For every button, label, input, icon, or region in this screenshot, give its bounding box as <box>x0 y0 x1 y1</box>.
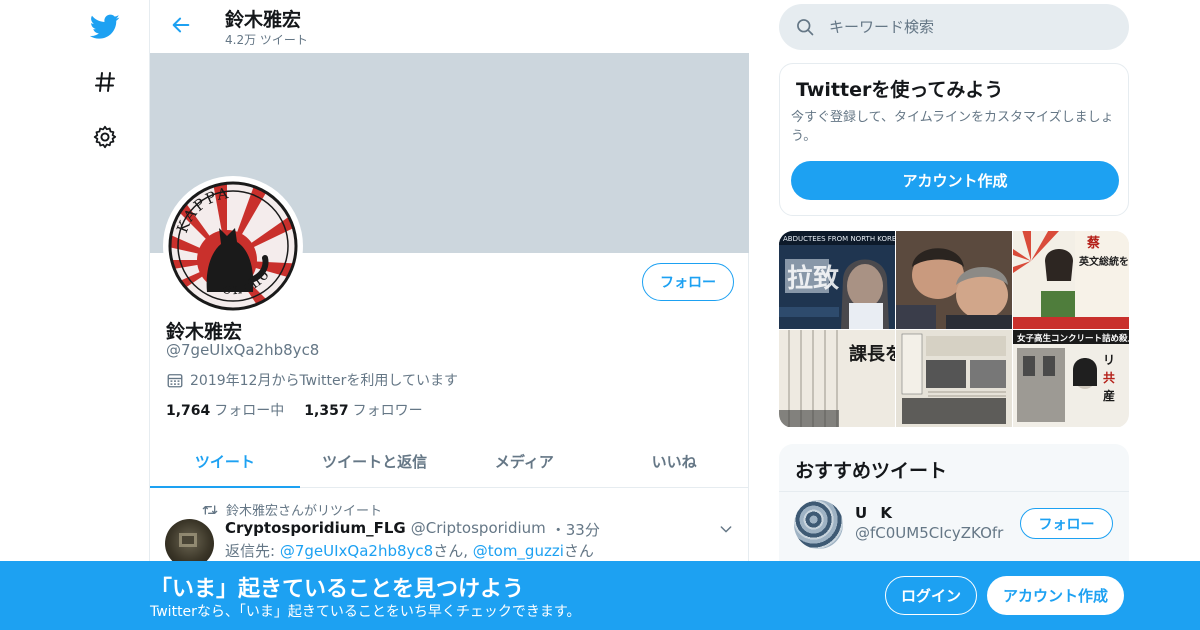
profile-tabs: ツイート ツイートと返信 メディア いいね <box>150 436 749 488</box>
reply-prefix: 返信先: <box>225 542 276 560</box>
profile-handle: @7geUIxQa2hb8yc8 <box>166 341 320 359</box>
following-label: フォロー中 <box>214 403 285 419</box>
follow-button[interactable]: フォロー <box>1020 508 1113 539</box>
avatar-image: KAPPA encho <box>168 181 298 311</box>
calendar-icon <box>167 374 183 388</box>
recommended-title: おすすめツイート <box>795 460 948 482</box>
avatar[interactable]: KAPPA encho <box>163 176 303 316</box>
back-arrow-icon[interactable] <box>166 10 196 40</box>
search-icon <box>797 19 814 36</box>
retweet-text: 鈴木雅宏さんがリツイート <box>226 504 383 519</box>
recommended-user-name[interactable]: U K <box>855 504 896 522</box>
media-caption: 英文総統を国賓待遇で <box>1078 255 1129 268</box>
signup-card-description: 今すぐ登録して、タイムラインをカスタマイズしましょう。 <box>791 110 1114 144</box>
tab-media[interactable]: メディア <box>450 436 600 487</box>
followers-label: フォロワー <box>352 403 423 419</box>
tab-tweets-and-replies[interactable]: ツイートと返信 <box>300 436 450 487</box>
profile-column: 鈴木雅宏 4.2万 ツイート KAPPA encho フォロー 鈴木雅宏 @7g… <box>149 0 749 630</box>
media-grid: ABDUCTEES FROM NORTH KOREA 拉致 蔡 英文総統を 課長… <box>779 231 1129 428</box>
tweet-author-handle[interactable]: @Criptosporidium <box>411 519 546 540</box>
topbar-title: 鈴木雅宏 <box>225 9 302 31</box>
svg-text:共: 共 <box>1103 370 1115 385</box>
twitter-profile-page: 鈴木雅宏 4.2万 ツイート KAPPA encho フォロー 鈴木雅宏 @7g… <box>0 0 1200 630</box>
tweet-count: 4.2万 ツイート <box>225 33 308 47</box>
joined-text: 2019年12月からTwitterを利用しています <box>190 373 458 389</box>
media-caption: 課長を射殺 <box>849 343 895 365</box>
tweet-time[interactable]: ・33分 <box>551 519 600 540</box>
recommended-user-handle[interactable]: @fC0UM5CIcyZKOfr <box>855 524 1003 542</box>
search-input[interactable] <box>829 18 1109 36</box>
reply-context: 返信先: @7geUIxQa2hb8yc8さん, @tom_guzziさん <box>225 540 594 561</box>
following-count: 1,764 <box>166 403 211 419</box>
left-rail <box>0 0 150 630</box>
media-thumbnail[interactable] <box>896 330 1012 427</box>
search-bar[interactable] <box>779 4 1129 50</box>
media-thumbnail[interactable]: 課長を射殺 <box>779 330 895 427</box>
reply-user-link[interactable]: @7geUIxQa2hb8yc8 <box>280 542 433 560</box>
svg-text:産: 産 <box>1103 388 1115 403</box>
tab-likes[interactable]: いいね <box>599 436 749 487</box>
divider <box>779 491 1129 492</box>
chevron-down-icon[interactable] <box>718 521 734 541</box>
reply-user-link[interactable]: @tom_guzzi <box>473 542 564 560</box>
tweet-item[interactable]: 鈴木雅宏さんがリツイート Cryptosporidium_FLG @Cripto… <box>150 489 749 569</box>
signup-card: Twitterを使ってみよう 今すぐ登録して、タイムラインをカスタマイズしましょ… <box>779 63 1129 216</box>
media-thumbnail[interactable]: ABDUCTEES FROM NORTH KOREA 拉致 <box>779 231 895 329</box>
follow-stats: 1,764 フォロー中 1,357 フォロワー <box>166 400 423 420</box>
signup-banner: 「いま」起きていることを見つけよう Twitterなら、「いま」起きていることを… <box>0 561 1200 630</box>
svg-text:蔡: 蔡 <box>1086 235 1100 251</box>
tweet-author-name[interactable]: Cryptosporidium_FLG <box>225 519 406 540</box>
media-caption: ABDUCTEES FROM NORTH KOREA <box>783 235 895 243</box>
profile-topbar: 鈴木雅宏 4.2万 ツイート <box>150 0 749 53</box>
reply-separator: さん, <box>433 542 468 560</box>
hashtag-icon[interactable] <box>84 61 126 103</box>
media-thumbnail[interactable]: 蔡 英文総統を国賓待遇で <box>1013 231 1129 329</box>
media-thumbnail[interactable]: 女子高生コンクリート詰め殺人 リ 共 産 <box>1013 330 1129 427</box>
profile-name: 鈴木雅宏 <box>166 321 243 343</box>
followers-count: 1,357 <box>304 403 349 419</box>
tab-tweets[interactable]: ツイート <box>150 436 300 488</box>
reply-suffix: さん <box>563 542 594 560</box>
avatar[interactable] <box>794 500 843 549</box>
create-account-button[interactable]: アカウント作成 <box>791 161 1119 200</box>
svg-text:リ: リ <box>1103 353 1115 367</box>
retweet-context: 鈴木雅宏さんがリツイート <box>202 500 382 519</box>
banner-title: 「いま」起きていることを見つけよう <box>150 577 525 602</box>
retweet-icon <box>202 504 218 515</box>
followers-link[interactable]: 1,357 フォロワー <box>304 400 422 420</box>
follow-button[interactable]: フォロー <box>642 263 734 301</box>
following-link[interactable]: 1,764 フォロー中 <box>166 400 284 420</box>
media-caption: 女子高生コンクリート詰め殺人 <box>1017 333 1129 344</box>
create-account-button[interactable]: アカウント作成 <box>987 576 1124 615</box>
media-thumbnail[interactable] <box>896 231 1012 329</box>
joined-date: 2019年12月からTwitterを利用しています <box>166 370 458 390</box>
banner-subtitle: Twitterなら、「いま」起きていることをいち早くチェックできます。 <box>150 604 581 620</box>
login-button[interactable]: ログイン <box>885 576 977 615</box>
gear-icon[interactable] <box>84 116 126 158</box>
twitter-logo-icon[interactable] <box>84 6 126 48</box>
signup-card-title: Twitterを使ってみよう <box>796 79 1004 101</box>
svg-text:拉致: 拉致 <box>787 263 840 294</box>
tweet-header: Cryptosporidium_FLG @Criptosporidium ・33… <box>225 519 600 540</box>
